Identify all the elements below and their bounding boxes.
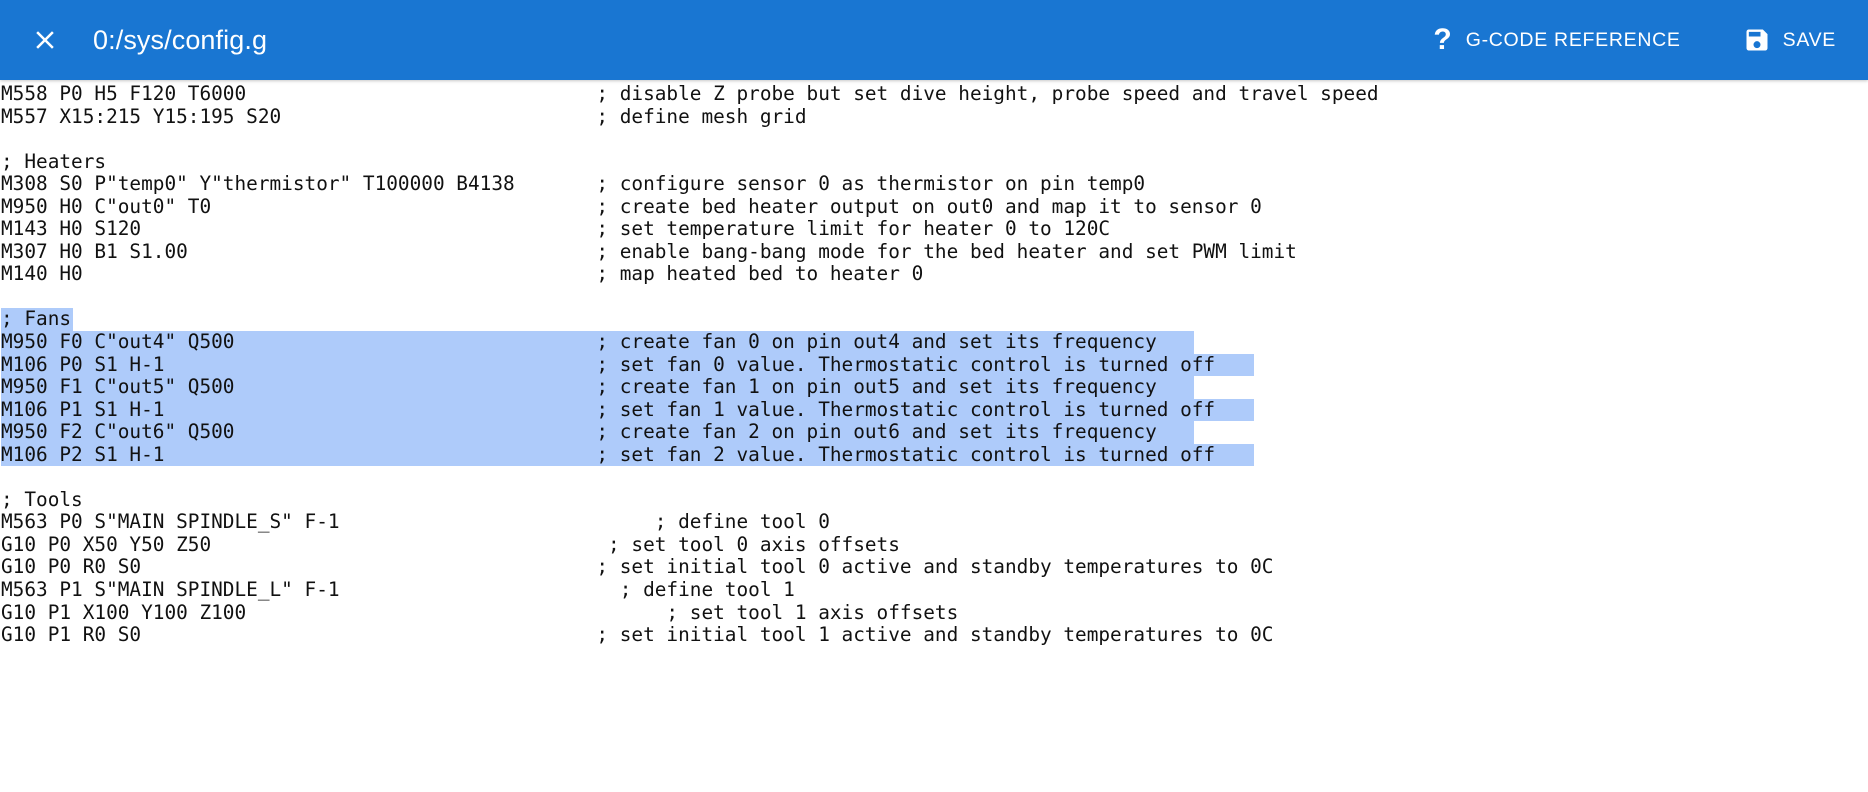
help-question-icon: ?	[1433, 23, 1452, 56]
code-line[interactable]: M950 H0 C"out0" T0 ; create bed heater o…	[1, 194, 1868, 219]
code-line-text: M563 P1 S"MAIN SPINDLE_L" F-1 ; define t…	[1, 578, 795, 602]
code-line[interactable]: M308 S0 P"temp0" Y"thermistor" T100000 B…	[1, 172, 1868, 196]
code-line[interactable]	[1, 466, 1868, 489]
code-line[interactable]: G10 P1 R0 S0 ; set initial tool 1 active…	[1, 623, 1868, 647]
code-line-text: ; Tools	[1, 487, 83, 511]
code-line[interactable]: ; Heaters	[1, 149, 1868, 174]
code-line[interactable]: G10 P1 X100 Y100 Z100 ; set tool 1 axis …	[1, 600, 1868, 625]
gcode-reference-label: G-CODE REFERENCE	[1465, 28, 1681, 51]
gcode-reference-button[interactable]: ? G-CODE REFERENCE	[1423, 17, 1690, 63]
code-line-text: M950 F0 C"out4" Q500 ; create fan 0 on p…	[1, 330, 1157, 354]
code-surface[interactable]: M558 P0 H5 F120 T6000 ; disable Z probe …	[0, 82, 1868, 647]
code-line-text: M106 P1 S1 H-1 ; set fan 1 value. Thermo…	[1, 397, 1216, 421]
code-line[interactable]: M563 P1 S"MAIN SPINDLE_L" F-1 ; define t…	[1, 578, 1868, 602]
page-title: 0:/sys/config.g	[93, 24, 268, 55]
app-bar: 0:/sys/config.g ? G-CODE REFERENCE SAVE	[0, 0, 1868, 80]
code-line-text: M950 H0 C"out0" T0 ; create bed heater o…	[1, 194, 1262, 218]
code-line[interactable]: M563 P0 S"MAIN SPINDLE_S" F-1 ; define t…	[1, 511, 1868, 534]
code-line-text: ; Fans	[1, 307, 72, 331]
code-line[interactable]: M143 H0 S120 ; set temperature limit for…	[1, 218, 1868, 241]
code-line-text: G10 P1 R0 S0 ; set initial tool 1 active…	[1, 623, 1274, 647]
code-line[interactable]	[1, 286, 1868, 309]
code-line[interactable]: M307 H0 B1 S1.00 ; enable bang-bang mode…	[1, 239, 1868, 264]
code-line-text: G10 P0 X50 Y50 Z50 ; set tool 0 axis off…	[1, 532, 900, 556]
floppy-disk-save-icon	[1743, 26, 1771, 54]
code-line-text: M950 F1 C"out5" Q500 ; create fan 1 on p…	[1, 375, 1157, 399]
code-line-text: M307 H0 B1 S1.00 ; enable bang-bang mode…	[1, 239, 1297, 263]
code-line-text: M143 H0 S120 ; set temperature limit for…	[1, 217, 1111, 241]
code-line[interactable]: G10 P0 R0 S0 ; set initial tool 0 active…	[1, 556, 1868, 579]
code-line-text: M557 X15:215 Y15:195 S20 ; define mesh g…	[1, 104, 807, 128]
code-line[interactable]: G10 P0 X50 Y50 Z50 ; set tool 0 axis off…	[1, 532, 1868, 557]
code-line[interactable]: ; Fans	[1, 307, 1868, 332]
close-icon	[30, 25, 60, 55]
code-editor[interactable]: M558 P0 H5 F120 T6000 ; disable Z probe …	[0, 80, 1868, 792]
code-line-text: M308 S0 P"temp0" Y"thermistor" T100000 B…	[1, 172, 1146, 196]
code-line-text: ; Heaters	[1, 149, 107, 173]
save-button[interactable]: SAVE	[1733, 18, 1846, 62]
code-line-text: G10 P1 X100 Y100 Z100 ; set tool 1 axis …	[1, 600, 959, 624]
code-line[interactable]: M950 F0 C"out4" Q500 ; create fan 0 on p…	[1, 330, 1868, 354]
code-line[interactable]: M106 P0 S1 H-1 ; set fan 0 value. Thermo…	[1, 352, 1868, 377]
code-line[interactable]: ; Tools	[1, 487, 1868, 512]
code-line[interactable]: M140 H0 ; map heated bed to heater 0	[1, 263, 1868, 286]
code-line[interactable]: M106 P1 S1 H-1 ; set fan 1 value. Thermo…	[1, 397, 1868, 422]
code-line-text: M106 P0 S1 H-1 ; set fan 0 value. Thermo…	[1, 352, 1216, 376]
code-line-text: M563 P0 S"MAIN SPINDLE_S" F-1 ; define t…	[1, 510, 830, 534]
code-line-text: M106 P2 S1 H-1 ; set fan 2 value. Thermo…	[1, 442, 1216, 466]
code-line[interactable]	[1, 128, 1868, 151]
code-line-text: G10 P0 R0 S0 ; set initial tool 0 active…	[1, 555, 1274, 579]
code-line[interactable]: M557 X15:215 Y15:195 S20 ; define mesh g…	[1, 104, 1868, 129]
code-line[interactable]: M106 P2 S1 H-1 ; set fan 2 value. Thermo…	[1, 442, 1868, 467]
code-line-text: M950 F2 C"out6" Q500 ; create fan 2 on p…	[1, 420, 1157, 444]
code-line-text: M140 H0 ; map heated bed to heater 0	[1, 262, 924, 286]
code-line[interactable]: M950 F1 C"out5" Q500 ; create fan 1 on p…	[1, 375, 1868, 399]
code-line[interactable]: M558 P0 H5 F120 T6000 ; disable Z probe …	[1, 82, 1868, 106]
close-button[interactable]	[22, 17, 68, 63]
code-line[interactable]: M950 F2 C"out6" Q500 ; create fan 2 on p…	[1, 420, 1868, 444]
code-line-text: M558 P0 H5 F120 T6000 ; disable Z probe …	[1, 82, 1379, 105]
save-label: SAVE	[1782, 28, 1836, 51]
